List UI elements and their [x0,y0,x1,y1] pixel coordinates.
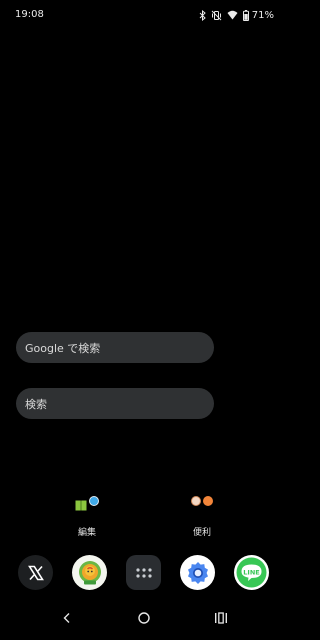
app-drawer-button[interactable] [126,555,161,590]
home-screen: 19:08 71% Google で検索 検索 編集 便利 LINE [0,0,288,640]
home-icon [138,612,150,624]
app-drawer-icon [135,567,152,578]
battery-icon [242,9,249,21]
settings-app-icon[interactable] [180,555,215,590]
folder-edit[interactable]: 編集 [57,496,117,538]
back-icon [63,613,70,623]
status-bar: 19:08 71% [0,0,288,30]
navigation-bar [0,594,288,640]
wifi-icon [227,10,238,20]
status-icons: 71% [199,8,274,22]
recents-icon [215,612,227,624]
battery-percent: 71% [251,9,274,21]
home-button[interactable] [134,608,154,628]
dock: LINE [0,555,288,591]
folder-label: 便利 [192,528,211,538]
search-placeholder: 検索 [25,397,47,411]
bluetooth-icon [199,9,206,21]
fruit-app-icon[interactable] [72,555,107,590]
line-app-icon[interactable]: LINE [234,555,269,590]
folder-label: 編集 [77,528,96,538]
settings-icon [187,561,208,584]
search-bar[interactable]: 検索 [16,388,214,419]
folder-useful[interactable]: 便利 [172,496,232,538]
line-label: LINE [243,568,259,576]
blue-dot-icon [89,496,99,506]
x-icon [27,565,44,580]
recents-button[interactable] [211,608,231,628]
x-app-icon[interactable] [18,555,53,590]
back-button[interactable] [57,608,77,628]
status-time: 19:08 [15,9,44,20]
green-book-icon [75,496,87,511]
face-icon [191,496,201,506]
orange-dot-icon [203,496,213,506]
folder-preview [57,496,117,511]
google-search-bar[interactable]: Google で検索 [16,332,214,363]
vibrate-icon [211,10,222,21]
search-placeholder: Google で検索 [25,341,101,355]
folder-preview [172,496,232,510]
